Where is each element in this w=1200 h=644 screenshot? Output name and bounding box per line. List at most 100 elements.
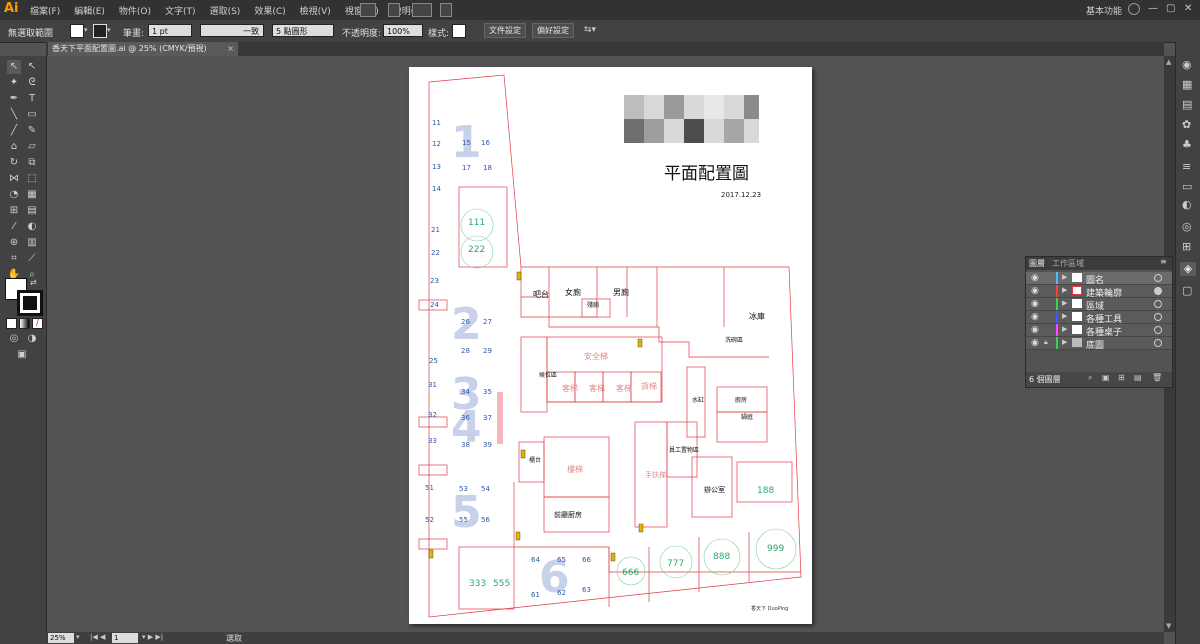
expand-triangle-icon[interactable]: ▶ bbox=[1062, 338, 1067, 346]
stroke-panel-icon[interactable]: ≡ bbox=[1182, 160, 1191, 173]
lock-icon[interactable]: 🔒︎ bbox=[1044, 338, 1048, 347]
visibility-eye-icon[interactable]: ◉ bbox=[1031, 338, 1039, 348]
first-artboard-icon[interactable]: |◀ ◀ bbox=[90, 633, 105, 641]
menu-effect[interactable]: 效果(C) bbox=[254, 4, 285, 17]
close-tab-icon[interactable]: × bbox=[227, 42, 234, 56]
document-tab[interactable]: 香天下平面配置圖.ai @ 25% (CMYK/預視) × bbox=[48, 42, 238, 56]
preferences-button[interactable]: 偏好設定 bbox=[532, 23, 574, 38]
none-mode-icon[interactable]: / bbox=[32, 318, 43, 329]
visibility-eye-icon[interactable]: ◉ bbox=[1031, 325, 1039, 335]
blend-tool-icon[interactable]: ◐ bbox=[25, 220, 39, 234]
symbol-sprayer-icon[interactable]: ⊛ bbox=[7, 236, 21, 250]
clipping-mask-icon[interactable]: ▣ bbox=[1102, 373, 1110, 382]
slice-tool-icon[interactable]: ⟋ bbox=[25, 252, 39, 266]
locate-object-icon[interactable]: ⌕ bbox=[1088, 373, 1092, 383]
minimize-icon[interactable]: — bbox=[1148, 3, 1158, 14]
target-icon[interactable] bbox=[1154, 339, 1162, 347]
perspective-grid-icon[interactable]: ▦ bbox=[25, 188, 39, 202]
target-icon[interactable] bbox=[1154, 313, 1162, 321]
expand-triangle-icon[interactable]: ▶ bbox=[1062, 312, 1067, 320]
rectangle-tool-icon[interactable]: ▭ bbox=[25, 108, 39, 122]
expand-triangle-icon[interactable]: ▶ bbox=[1062, 299, 1067, 307]
eyedropper-icon[interactable]: ⁄ bbox=[7, 220, 21, 234]
delete-layer-icon[interactable]: 🗑︎ bbox=[1152, 373, 1162, 382]
layer-row[interactable]: ◉ ▶ 區域 bbox=[1026, 298, 1172, 312]
screen-mode-icon[interactable]: ▣ bbox=[15, 348, 29, 362]
arrange-icon[interactable]: ⇆▾ bbox=[584, 25, 596, 35]
maximize-icon[interactable]: ▢ bbox=[1166, 3, 1175, 14]
document-setup-button[interactable]: 文件設定 bbox=[484, 23, 526, 38]
width-tool-icon[interactable]: ⋈ bbox=[7, 172, 21, 186]
fill-swatch[interactable] bbox=[70, 24, 84, 38]
mesh-tool-icon[interactable]: ⊞ bbox=[7, 204, 21, 218]
arrange-documents-icon[interactable] bbox=[412, 3, 432, 17]
tab-artboards[interactable]: 工作區域 bbox=[1052, 258, 1084, 269]
graphic-styles-icon[interactable]: ⊞ bbox=[1182, 240, 1191, 253]
menu-object[interactable]: 物件(O) bbox=[119, 4, 151, 17]
line-tool-icon[interactable]: ╲ bbox=[7, 108, 21, 122]
visibility-eye-icon[interactable]: ◉ bbox=[1031, 312, 1039, 322]
menu-edit[interactable]: 編輯(E) bbox=[74, 4, 105, 17]
new-layer-icon[interactable]: ▤ bbox=[1134, 373, 1142, 382]
blob-brush-icon[interactable]: ⌂ bbox=[7, 140, 21, 154]
swap-colors-icon[interactable]: ⇄ bbox=[30, 278, 37, 287]
graphic-style-swatch[interactable] bbox=[452, 24, 466, 38]
artboard-tool-icon[interactable]: ⌗ bbox=[7, 252, 21, 266]
brushes-icon[interactable]: ✿ bbox=[1182, 118, 1191, 131]
layer-row[interactable]: ◉ ▶ 各種桌子 bbox=[1026, 324, 1172, 338]
paintbrush-icon[interactable]: ╱ bbox=[7, 124, 21, 138]
shape-builder-icon[interactable]: ◔ bbox=[7, 188, 21, 202]
transparency-icon[interactable]: ◐ bbox=[1182, 198, 1192, 211]
menu-select[interactable]: 選取(S) bbox=[210, 4, 241, 17]
spotlight-icon[interactable] bbox=[440, 3, 452, 17]
chevron-down-icon[interactable]: ▾ bbox=[84, 26, 88, 34]
type-tool-icon[interactable]: T bbox=[25, 92, 39, 106]
menu-type[interactable]: 文字(T) bbox=[165, 4, 196, 17]
stroke-weight-field[interactable]: 1 pt bbox=[148, 24, 192, 37]
gradient-panel-icon[interactable]: ▭ bbox=[1182, 180, 1192, 193]
expand-triangle-icon[interactable]: ▶ bbox=[1062, 273, 1067, 281]
gradient-tool-icon[interactable]: ▤ bbox=[25, 204, 39, 218]
draw-behind-icon[interactable]: ◑ bbox=[25, 332, 39, 346]
scale-tool-icon[interactable]: ⧉ bbox=[25, 156, 39, 170]
menu-view[interactable]: 檢視(V) bbox=[300, 4, 331, 17]
pencil-icon[interactable]: ✎ bbox=[25, 124, 39, 138]
opacity-field[interactable]: 100% bbox=[383, 24, 423, 37]
stroke-profile-dropdown[interactable]: 一致 bbox=[200, 24, 264, 37]
artboard-field[interactable]: 1 bbox=[112, 633, 138, 643]
menu-file[interactable]: 檔案(F) bbox=[30, 4, 60, 17]
artboards-panel-icon[interactable]: ▢ bbox=[1182, 284, 1192, 297]
tab-layers[interactable]: 圖層 bbox=[1029, 258, 1045, 269]
eraser-icon[interactable]: ▱ bbox=[25, 140, 39, 154]
draw-normal-icon[interactable]: ◎ bbox=[7, 332, 21, 346]
stock-icon[interactable] bbox=[388, 3, 400, 17]
chevron-down-icon[interactable]: ▾ bbox=[76, 633, 80, 641]
bridge-icon[interactable] bbox=[360, 3, 376, 17]
direct-selection-tool-icon[interactable]: ↖ bbox=[25, 60, 39, 74]
target-icon[interactable] bbox=[1154, 287, 1162, 295]
workspace-switcher[interactable]: 基本功能 bbox=[1086, 4, 1122, 17]
symbols-icon[interactable]: ♣ bbox=[1182, 138, 1192, 151]
free-transform-icon[interactable]: ⬚ bbox=[25, 172, 39, 186]
expand-triangle-icon[interactable]: ▶ bbox=[1062, 325, 1067, 333]
panel-menu-icon[interactable]: ≡ bbox=[1160, 257, 1167, 266]
lasso-icon[interactable]: ᘓ bbox=[25, 76, 39, 90]
rotate-tool-icon[interactable]: ↻ bbox=[7, 156, 21, 170]
layer-row[interactable]: ◉ 🔒︎ ▶ 底圖 bbox=[1026, 337, 1172, 351]
opacity-label[interactable]: 不透明度: bbox=[342, 26, 381, 39]
brush-dropdown[interactable]: 5 點圓形 bbox=[272, 24, 334, 37]
appearance-icon[interactable]: ◎ bbox=[1182, 220, 1192, 233]
target-icon[interactable] bbox=[1154, 300, 1162, 308]
pen-tool-icon[interactable]: ✒ bbox=[7, 92, 21, 106]
layer-row[interactable]: ◉ ▶ 圖名 bbox=[1026, 272, 1172, 286]
graph-tool-icon[interactable]: ▥ bbox=[25, 236, 39, 250]
color-panel-icon[interactable]: ◉ bbox=[1182, 58, 1192, 71]
stroke-swatch[interactable] bbox=[93, 24, 107, 38]
magic-wand-icon[interactable]: ✦ bbox=[7, 76, 21, 90]
search-icon[interactable] bbox=[1128, 3, 1140, 15]
close-icon[interactable]: ✕ bbox=[1184, 3, 1192, 14]
artboard[interactable]: 1 2 3 4 5 6 平面配置圖 2017.12.23 香天下 DuoPing… bbox=[409, 67, 812, 624]
target-icon[interactable] bbox=[1154, 274, 1162, 282]
visibility-eye-icon[interactable]: ◉ bbox=[1031, 286, 1039, 296]
expand-triangle-icon[interactable]: ▶ bbox=[1062, 286, 1067, 294]
